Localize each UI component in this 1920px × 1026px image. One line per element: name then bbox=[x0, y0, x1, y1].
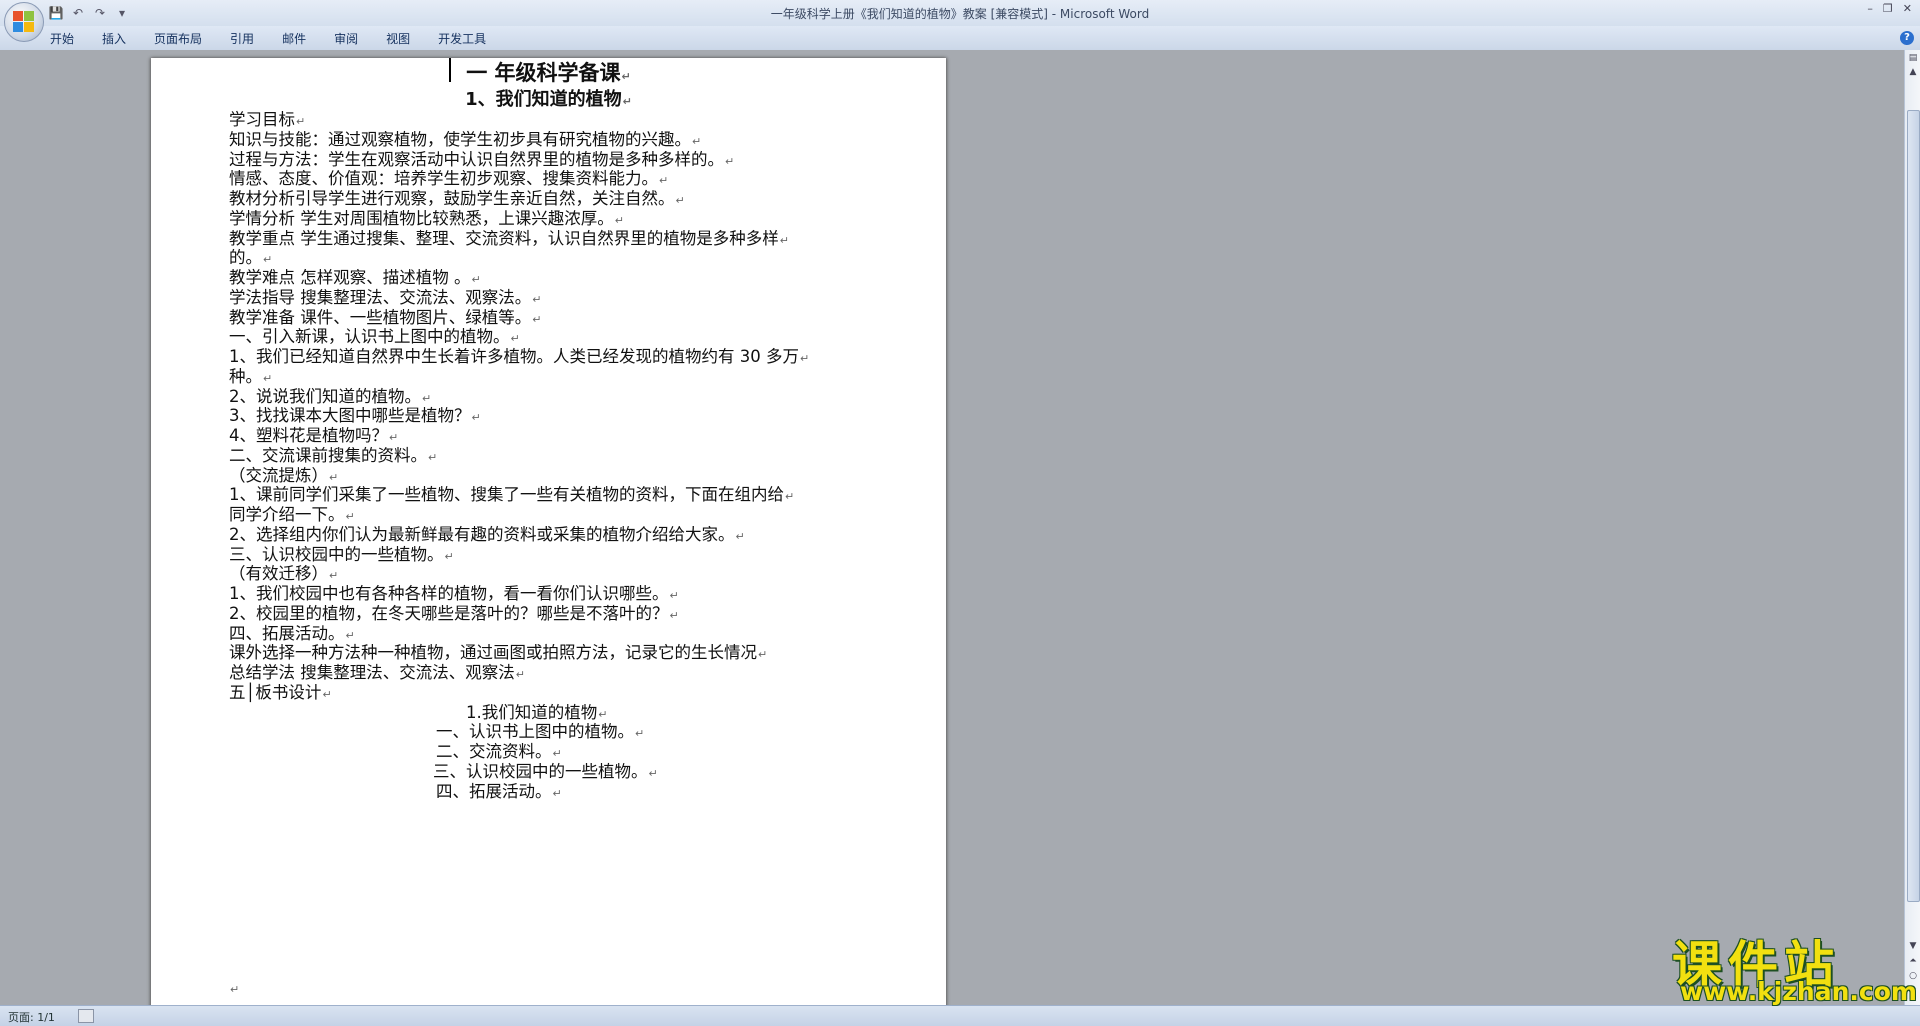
paragraph-mark: ↵ bbox=[669, 608, 679, 622]
vertical-scrollbar[interactable]: ▤ ▲ ▼ ⏶ ○ ⏷ bbox=[1904, 50, 1920, 1005]
window-controls: – ❐ ✕ bbox=[1867, 2, 1912, 15]
document-paragraph: 1、我们已经知道自然界中生长着许多植物。人类已经发现的植物约有 30 多万↵ bbox=[229, 343, 809, 367]
doc-title: 一 年级科学备课↵ bbox=[151, 57, 946, 87]
paragraph-mark: ↵ bbox=[779, 233, 789, 247]
board-text: 四、拓展活动。 bbox=[436, 781, 552, 801]
watermark: 课件站 www.kjzhan.com bbox=[1672, 925, 1917, 1006]
paragraph-text: 五│板书设计 bbox=[229, 682, 322, 702]
scroll-up-icon[interactable]: ▲ bbox=[1907, 66, 1919, 78]
window-title: 一年级科学上册《我们知道的植物》教案 [兼容模式] - Microsoft Wo… bbox=[770, 7, 1150, 21]
paragraph-mark: ↵ bbox=[758, 648, 768, 662]
ribbon-tab[interactable]: 页面布局 bbox=[154, 30, 202, 47]
document-page[interactable]: 一 年级科学备课↵ 1、我们知道的植物↵ 学习目标↵ 知识与技能：通过观察植物，使… bbox=[151, 58, 946, 1005]
paragraph-mark: ↵ bbox=[622, 95, 632, 108]
ribbon: 开始 插入 页面布局 引用 邮件 审阅 视图 开发工具 ? bbox=[0, 26, 1920, 51]
paragraph-mark: ↵ bbox=[444, 549, 454, 563]
document-paragraph: 教学重点 学生通过搜集、整理、交流资料，认识自然界里的植物是多种多样↵ bbox=[229, 225, 789, 249]
restore-icon[interactable]: ❐ bbox=[1883, 2, 1893, 15]
paragraph-mark: ↵ bbox=[532, 312, 542, 326]
ribbon-tab[interactable]: 开始 bbox=[50, 30, 74, 47]
ribbon-tab[interactable]: 插入 bbox=[102, 30, 126, 47]
paragraph-mark: ↵ bbox=[735, 529, 745, 543]
ribbon-tab[interactable]: 引用 bbox=[230, 30, 254, 47]
ribbon-tab[interactable]: 开发工具 bbox=[438, 30, 486, 47]
paragraph-mark: ↵ bbox=[635, 727, 645, 741]
title-bar: 💾 ↶ ↷ ▾ 一年级科学上册《我们知道的植物》教案 [兼容模式] - Micr… bbox=[0, 0, 1920, 26]
text-cursor bbox=[449, 58, 451, 82]
scroll-thumb[interactable] bbox=[1907, 110, 1920, 902]
empty-paragraph: ↵ bbox=[229, 978, 239, 997]
paragraph-mark: ↵ bbox=[230, 983, 240, 996]
paragraph-mark: ↵ bbox=[322, 687, 332, 701]
close-icon[interactable]: ✕ bbox=[1903, 2, 1912, 15]
paragraph-mark: ↵ bbox=[675, 194, 685, 207]
paragraph-mark: ↵ bbox=[471, 411, 481, 425]
paragraph-text: 1、我们已经知道自然界中生长着许多植物。人类已经发现的植物约有 30 多万 bbox=[229, 347, 799, 366]
paragraph-mark: ↵ bbox=[648, 766, 658, 780]
watermark-url: www.kjzhan.com bbox=[1680, 977, 1917, 1006]
previous-page-icon[interactable]: ⏶ bbox=[1907, 955, 1919, 967]
ribbon-tab[interactable]: 审阅 bbox=[334, 30, 358, 47]
paragraph-mark: ↵ bbox=[552, 786, 562, 800]
office-button[interactable] bbox=[4, 2, 44, 42]
paragraph-mark: ↵ bbox=[725, 154, 735, 168]
document-paragraph: 五│板书设计↵ bbox=[229, 679, 332, 703]
doc-subtitle-text: 1、我们知道的植物 bbox=[465, 89, 622, 110]
scroll-down-icon[interactable]: ▼ bbox=[1907, 940, 1919, 952]
board-line: 四、拓展活动。↵ bbox=[436, 778, 562, 802]
office-logo-icon bbox=[13, 11, 35, 33]
paragraph-text: 教学重点 学生通过搜集、整理、交流资料，认识自然界里的植物是多种多样 bbox=[229, 228, 779, 248]
ribbon-tabs: 开始 插入 页面布局 引用 邮件 审阅 视图 开发工具 bbox=[50, 30, 514, 47]
paragraph-mark: ↵ bbox=[515, 668, 525, 681]
paragraph-mark: ↵ bbox=[799, 352, 810, 365]
ribbon-tab[interactable]: 邮件 bbox=[282, 30, 306, 47]
minimize-icon[interactable]: – bbox=[1867, 2, 1873, 15]
paragraph-mark: ↵ bbox=[785, 490, 795, 504]
page-count[interactable]: 页面: 1/1 bbox=[8, 1009, 55, 1025]
proofing-icon[interactable] bbox=[78, 1009, 94, 1023]
document-area[interactable]: 一 年级科学备课↵ 1、我们知道的植物↵ 学习目标↵ 知识与技能：通过观察植物，使… bbox=[0, 50, 1904, 1005]
paragraph-mark: ↵ bbox=[621, 70, 631, 83]
ruler-toggle-icon[interactable]: ▤ bbox=[1907, 52, 1919, 64]
help-icon[interactable]: ? bbox=[1900, 31, 1914, 45]
ribbon-tab[interactable]: 视图 bbox=[386, 30, 410, 47]
status-bar: 页面: 1/1 bbox=[0, 1005, 1920, 1026]
paragraph-mark: ↵ bbox=[428, 450, 438, 464]
doc-title-text: 一 年级科学备课 bbox=[466, 61, 621, 85]
